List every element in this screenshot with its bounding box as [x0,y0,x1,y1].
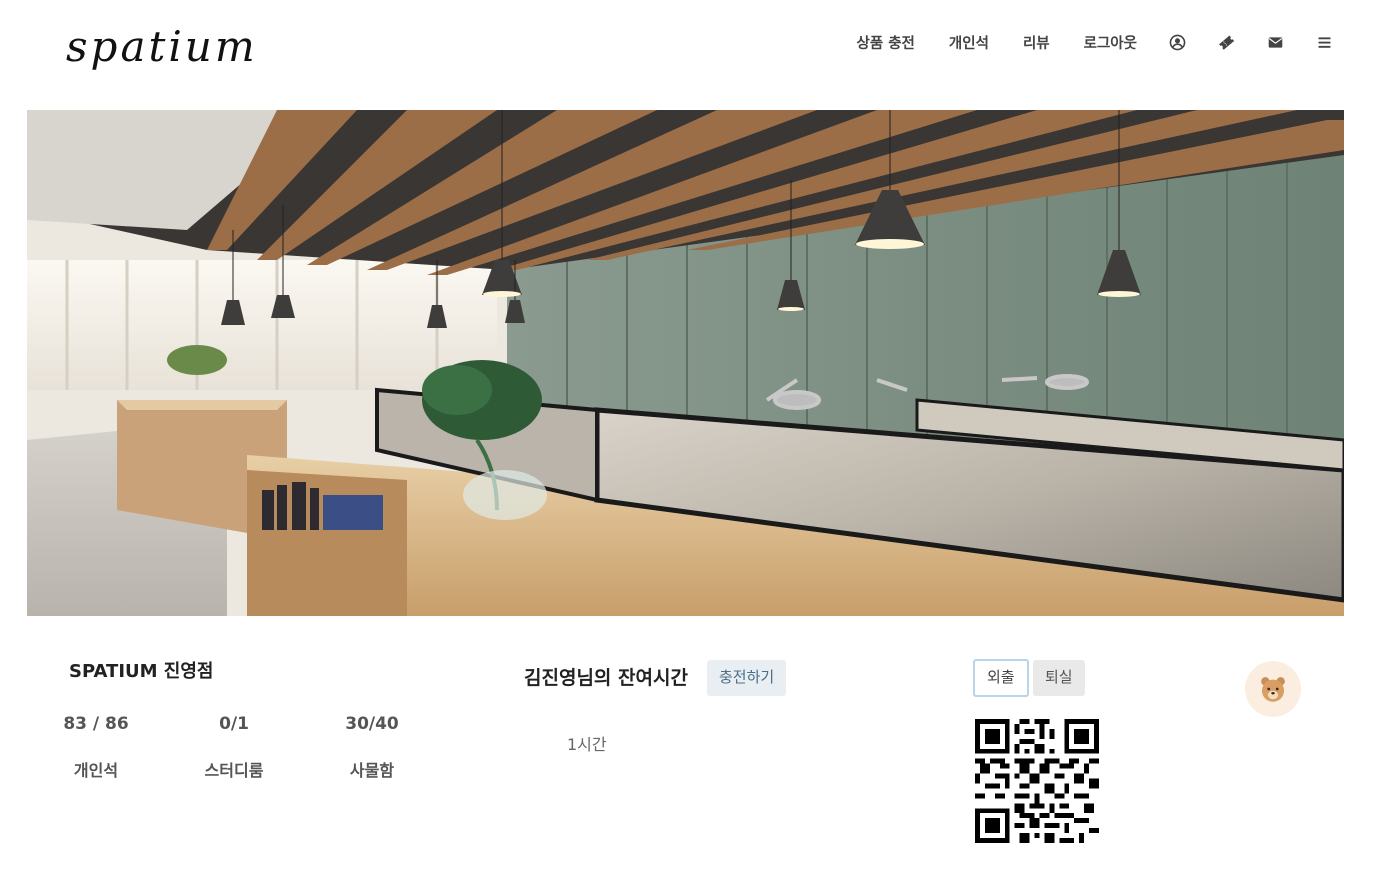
stat-study-room-value: 0/1 [219,714,249,734]
stat-study-room-label: 스터디룸 [204,761,264,780]
remaining-time-title: 김진영님의 잔여시간 [524,667,688,689]
stat-locker: 30/40 사물함 [322,714,422,781]
out-button[interactable]: 외출 [973,659,1029,697]
stat-seats-label: 개인석 [73,761,119,780]
envelope-icon[interactable] [1266,33,1284,51]
store-name: SPATIUM 진영점 [69,661,214,682]
hero-image [27,110,1344,616]
charge-button[interactable]: 충전하기 [707,660,787,696]
stat-locker-value: 30/40 [345,714,399,734]
stat-study-room: 0/1 스터디룸 [184,714,284,781]
user-circle-icon[interactable] [1168,33,1186,51]
logo[interactable]: spatium [66,22,258,71]
stat-seats-value: 83 / 86 [63,714,129,734]
ticket-icon[interactable] [1217,33,1235,51]
bear-icon [1261,677,1285,702]
leave-button[interactable]: 퇴실 [1033,660,1085,696]
nav-logout-link[interactable]: 로그아웃 [1084,32,1137,53]
nav-charge-link[interactable]: 상품 충전 [856,32,914,53]
menu-icon[interactable] [1315,33,1333,51]
stat-seats: 83 / 86 개인석 [46,714,146,781]
nav-seat-link[interactable]: 개인석 [949,32,989,53]
stat-locker-label: 사물함 [349,761,395,780]
top-nav: 상품 충전 개인석 리뷰 로그아웃 [856,30,1333,54]
qr-code [975,719,1099,843]
remaining-time-value: 1시간 [567,735,607,754]
avatar[interactable] [1245,661,1301,717]
nav-review-link[interactable]: 리뷰 [1023,32,1050,53]
